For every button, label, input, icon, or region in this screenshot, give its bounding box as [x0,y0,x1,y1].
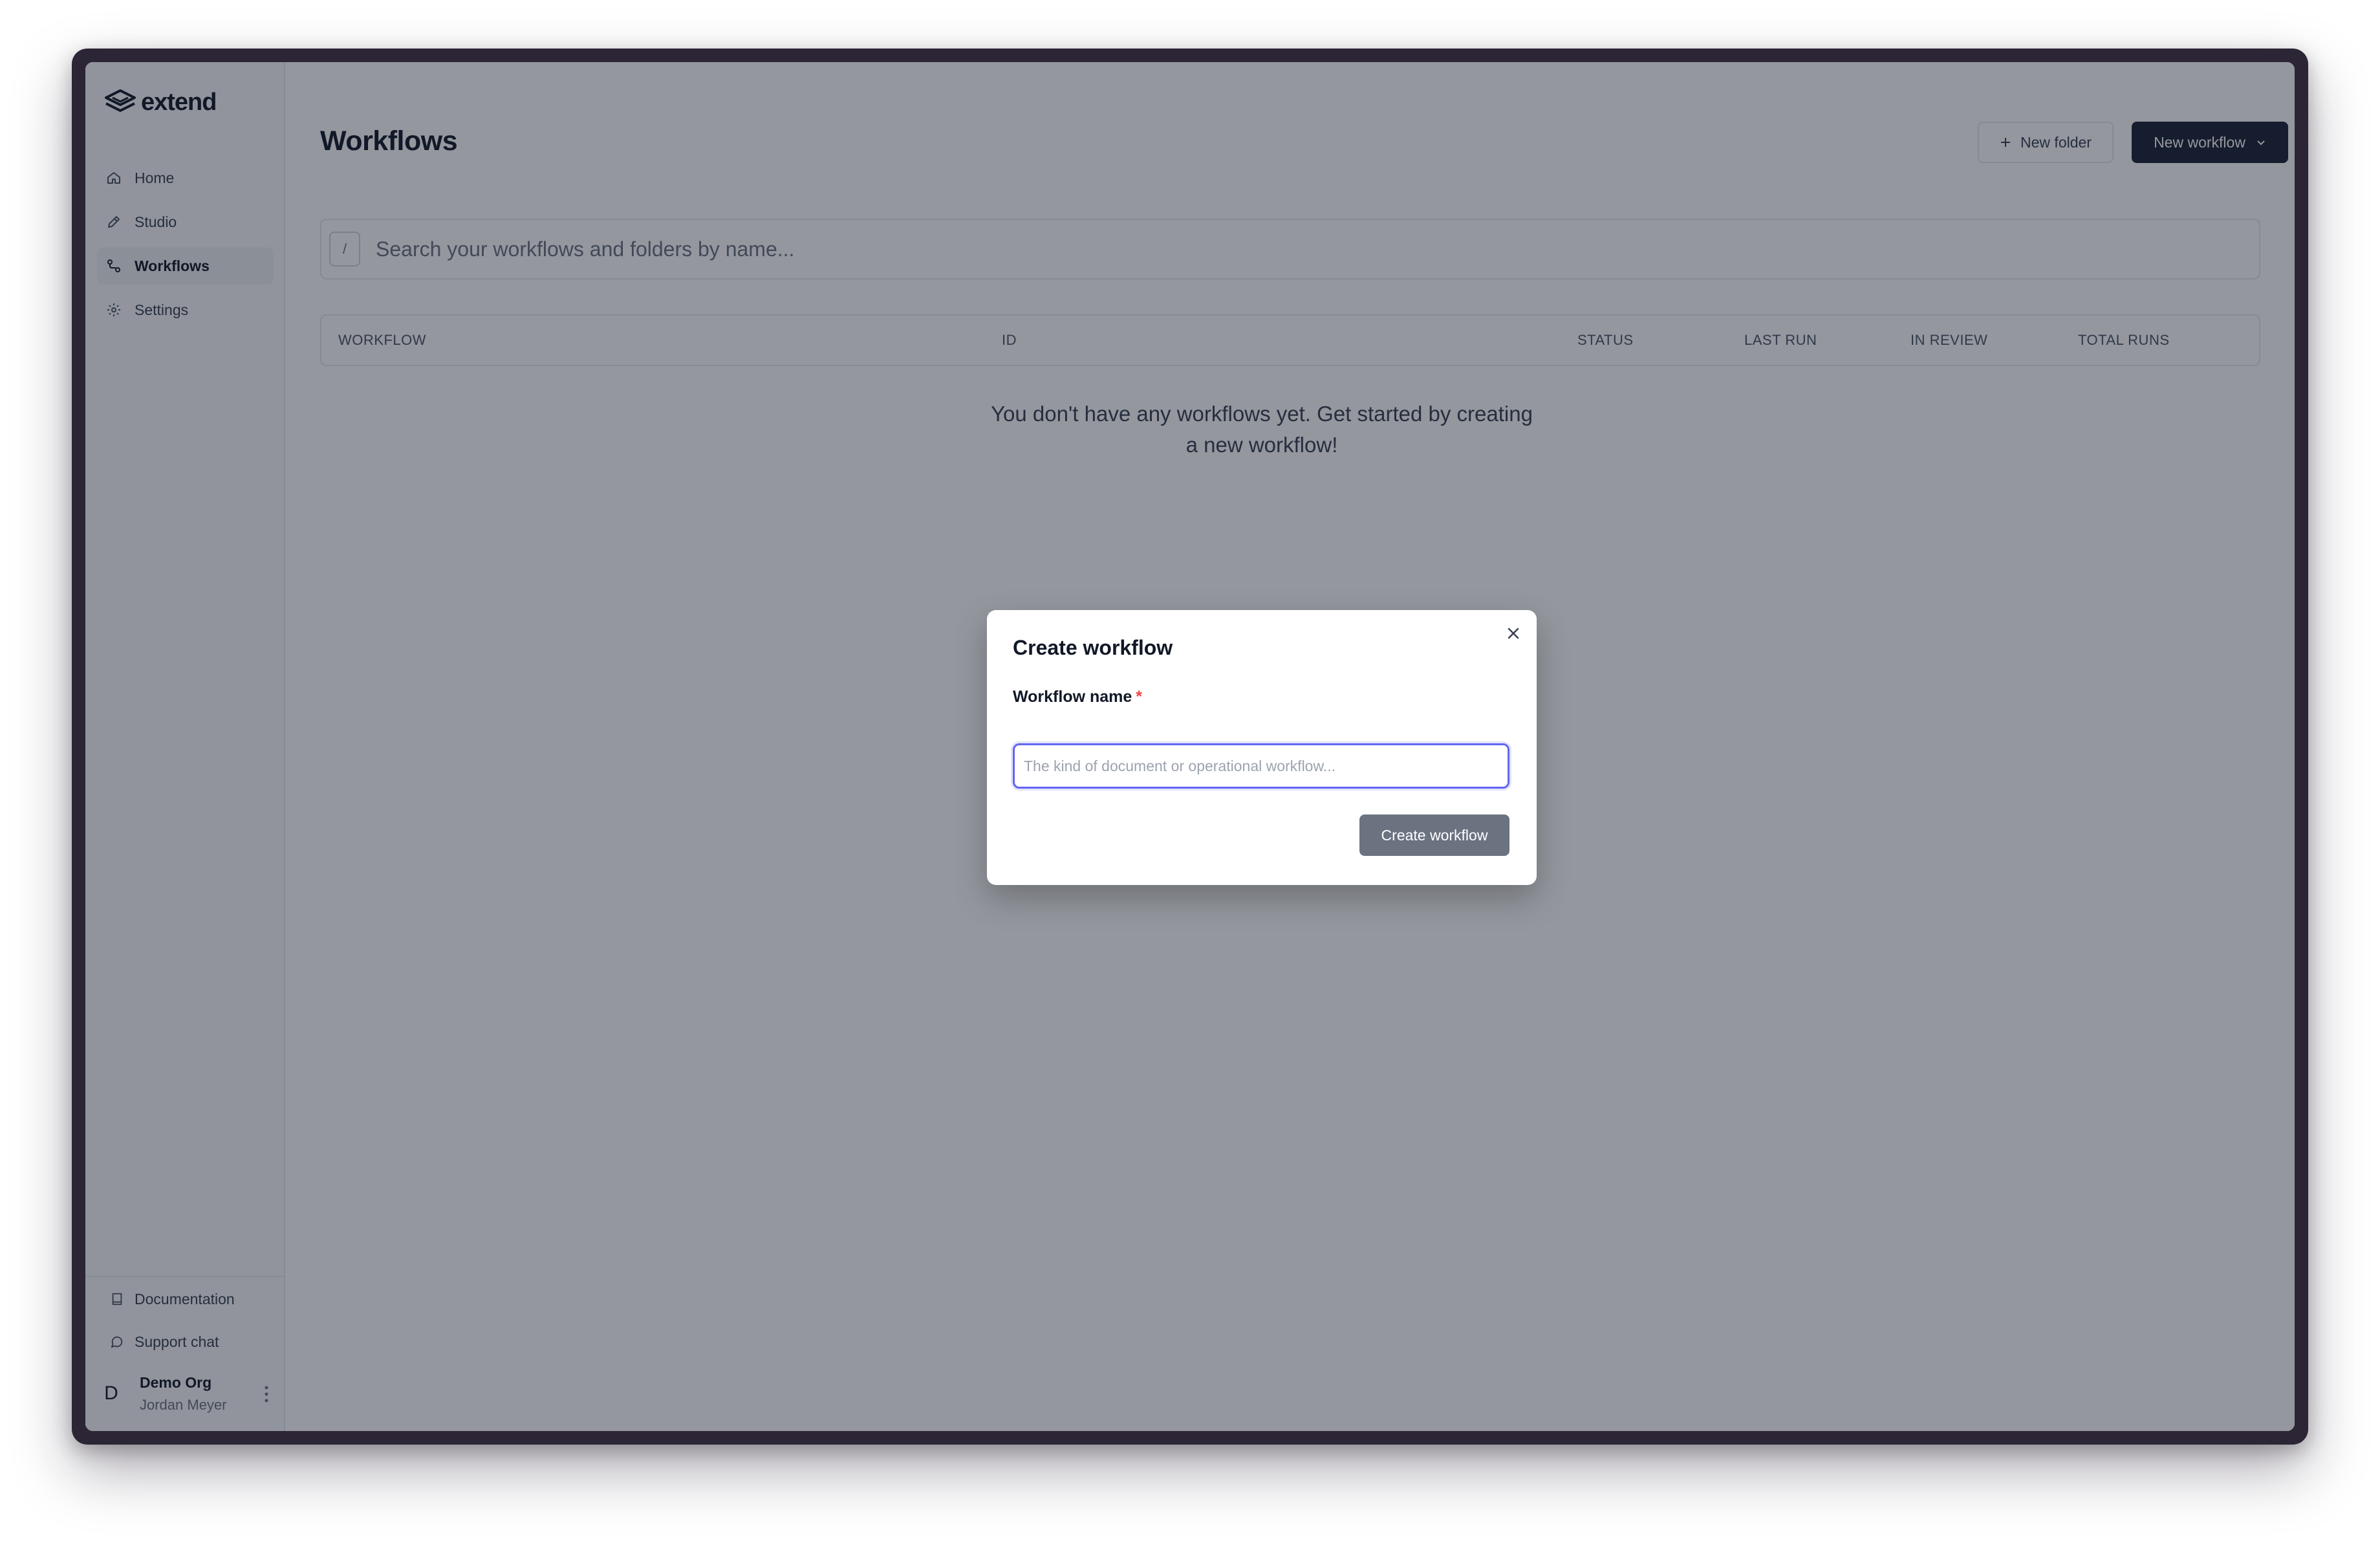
workflow-name-label: Workflow name * [1013,688,1142,706]
workflow-name-input[interactable] [1013,743,1509,789]
close-icon[interactable] [1502,622,1525,645]
dialog-title: Create workflow [1013,636,1173,659]
workflow-name-label-text: Workflow name [1013,688,1132,706]
create-workflow-button[interactable]: Create workflow [1359,814,1509,856]
app-window: extend Home Studio Workflows Settings Do… [85,62,2295,1431]
required-indicator: * [1136,688,1143,706]
device-frame: extend Home Studio Workflows Settings Do… [72,49,2308,1445]
create-workflow-dialog: Create workflow Workflow name* Create wo… [987,610,1537,885]
